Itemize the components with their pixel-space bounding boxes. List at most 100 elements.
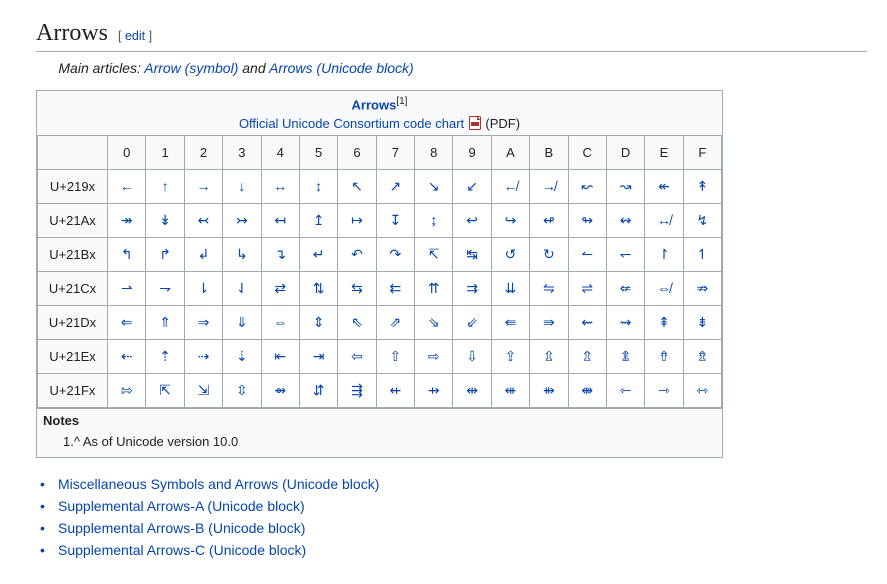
- glyph-link[interactable]: ⇼: [581, 382, 593, 398]
- glyph-cell[interactable]: ⇴: [261, 373, 299, 407]
- glyph-link[interactable]: ↞: [658, 178, 670, 194]
- glyph-link[interactable]: ↕: [315, 178, 322, 194]
- glyph-link[interactable]: ⇗: [389, 314, 401, 330]
- glyph-link[interactable]: ⇸: [428, 382, 440, 398]
- glyph-cell[interactable]: ⇁: [146, 271, 184, 305]
- glyph-cell[interactable]: ↼: [568, 237, 606, 271]
- glyph-cell[interactable]: ↔: [261, 169, 299, 203]
- glyph-cell[interactable]: ↝: [606, 169, 644, 203]
- glyph-cell[interactable]: ⇻: [530, 373, 568, 407]
- glyph-cell[interactable]: ⇾: [645, 373, 683, 407]
- glyph-link[interactable]: ⇪: [505, 348, 517, 364]
- glyph-cell[interactable]: ⇠: [108, 339, 146, 373]
- glyph-link[interactable]: ↶: [351, 246, 363, 262]
- glyph-cell[interactable]: ⇒: [184, 305, 222, 339]
- see-also-link[interactable]: Supplemental Arrows-B (Unicode block): [58, 520, 305, 536]
- glyph-link[interactable]: ⇩: [466, 348, 478, 364]
- glyph-link[interactable]: ↼: [581, 246, 593, 262]
- glyph-cell[interactable]: ⇱: [146, 373, 184, 407]
- glyph-cell[interactable]: ↓: [223, 169, 261, 203]
- glyph-link[interactable]: ⇓: [236, 314, 248, 330]
- glyph-link[interactable]: ↠: [121, 212, 133, 228]
- glyph-cell[interactable]: ⇫: [530, 339, 568, 373]
- glyph-cell[interactable]: ⇢: [184, 339, 222, 373]
- glyph-link[interactable]: ⇆: [351, 280, 363, 296]
- see-also-link[interactable]: Supplemental Arrows-A (Unicode block): [58, 498, 305, 514]
- glyph-cell[interactable]: ⇜: [568, 305, 606, 339]
- glyph-cell[interactable]: ⇔: [261, 305, 299, 339]
- glyph-cell[interactable]: ↛: [530, 169, 568, 203]
- glyph-cell[interactable]: ⇗: [376, 305, 414, 339]
- glyph-cell[interactable]: ⇵: [299, 373, 337, 407]
- glyph-link[interactable]: ↱: [159, 246, 171, 262]
- glyph-link[interactable]: ↹: [466, 246, 478, 262]
- glyph-cell[interactable]: ↵: [299, 237, 337, 271]
- glyph-link[interactable]: ⇀: [121, 280, 133, 296]
- glyph-link[interactable]: ⇷: [389, 382, 401, 398]
- glyph-link[interactable]: ⇜: [581, 314, 593, 330]
- glyph-cell[interactable]: ⇇: [376, 271, 414, 305]
- glyph-cell[interactable]: ↫: [530, 203, 568, 237]
- glyph-link[interactable]: ⇌: [581, 280, 593, 296]
- glyph-cell[interactable]: ⇲: [184, 373, 222, 407]
- glyph-cell[interactable]: ↦: [338, 203, 376, 237]
- glyph-link[interactable]: ⇒: [198, 314, 210, 330]
- glyph-link[interactable]: ↿: [696, 246, 708, 262]
- glyph-cell[interactable]: ↶: [338, 237, 376, 271]
- glyph-link[interactable]: ↵: [313, 246, 325, 262]
- glyph-link[interactable]: ⇟: [696, 314, 708, 330]
- glyph-link[interactable]: ↦: [351, 212, 363, 228]
- glyph-cell[interactable]: ↲: [184, 237, 222, 271]
- glyph-cell[interactable]: ↚: [491, 169, 529, 203]
- glyph-cell[interactable]: ↬: [568, 203, 606, 237]
- glyph-link[interactable]: ⇭: [620, 348, 632, 364]
- hatnote-link-1[interactable]: Arrow (symbol): [144, 60, 238, 76]
- glyph-link[interactable]: ⇳: [236, 382, 248, 398]
- glyph-link[interactable]: ↮: [657, 212, 671, 228]
- glyph-cell[interactable]: ↻: [530, 237, 568, 271]
- glyph-cell[interactable]: ⇩: [453, 339, 491, 373]
- glyph-cell[interactable]: ⇿: [683, 373, 721, 407]
- glyph-link[interactable]: ⇄: [274, 280, 286, 296]
- glyph-link[interactable]: ⇧: [389, 348, 401, 364]
- glyph-link[interactable]: ⇾: [658, 382, 670, 398]
- glyph-link[interactable]: ⇍: [620, 280, 632, 296]
- glyph-cell[interactable]: ↧: [376, 203, 414, 237]
- glyph-cell[interactable]: ⇨: [415, 339, 453, 373]
- glyph-link[interactable]: ↳: [236, 246, 248, 262]
- glyph-cell[interactable]: ⇮: [645, 339, 683, 373]
- glyph-link[interactable]: ⇮: [658, 348, 670, 364]
- glyph-cell[interactable]: ↳: [223, 237, 261, 271]
- glyph-cell[interactable]: ⇚: [491, 305, 529, 339]
- glyph-link[interactable]: ⇎: [657, 280, 671, 296]
- glyph-cell[interactable]: ⇼: [568, 373, 606, 407]
- glyph-cell[interactable]: ↤: [261, 203, 299, 237]
- glyph-link[interactable]: ⇠: [121, 348, 133, 364]
- glyph-cell[interactable]: ↪: [491, 203, 529, 237]
- glyph-link[interactable]: ⇫: [543, 348, 555, 364]
- glyph-link[interactable]: ⇙: [466, 314, 478, 330]
- glyph-cell[interactable]: ⇳: [223, 373, 261, 407]
- glyph-cell[interactable]: ⇝: [606, 305, 644, 339]
- glyph-link[interactable]: ⇥: [313, 348, 325, 364]
- glyph-link[interactable]: ⇇: [389, 280, 401, 296]
- glyph-cell[interactable]: ⇪: [491, 339, 529, 373]
- glyph-cell[interactable]: ↷: [376, 237, 414, 271]
- glyph-link[interactable]: ⇶: [351, 382, 363, 398]
- glyph-link[interactable]: ⇖: [351, 314, 363, 330]
- glyph-cell[interactable]: ⇟: [683, 305, 721, 339]
- glyph-link[interactable]: ⇴: [274, 382, 286, 398]
- glyph-link[interactable]: ↟: [696, 178, 708, 194]
- glyph-cell[interactable]: ↾: [645, 237, 683, 271]
- glyph-cell[interactable]: ↠: [108, 203, 146, 237]
- glyph-cell[interactable]: ⇈: [415, 271, 453, 305]
- glyph-cell[interactable]: ⇶: [338, 373, 376, 407]
- glyph-link[interactable]: ↻: [543, 246, 555, 262]
- glyph-link[interactable]: ⇱: [159, 382, 171, 398]
- glyph-cell[interactable]: ⇎: [645, 271, 683, 305]
- glyph-cell[interactable]: ⇯: [683, 339, 721, 373]
- glyph-link[interactable]: ←: [120, 178, 134, 194]
- glyph-link[interactable]: ⇊: [505, 280, 517, 296]
- glyph-cell[interactable]: ⇸: [415, 373, 453, 407]
- glyph-link[interactable]: ↢: [198, 212, 210, 228]
